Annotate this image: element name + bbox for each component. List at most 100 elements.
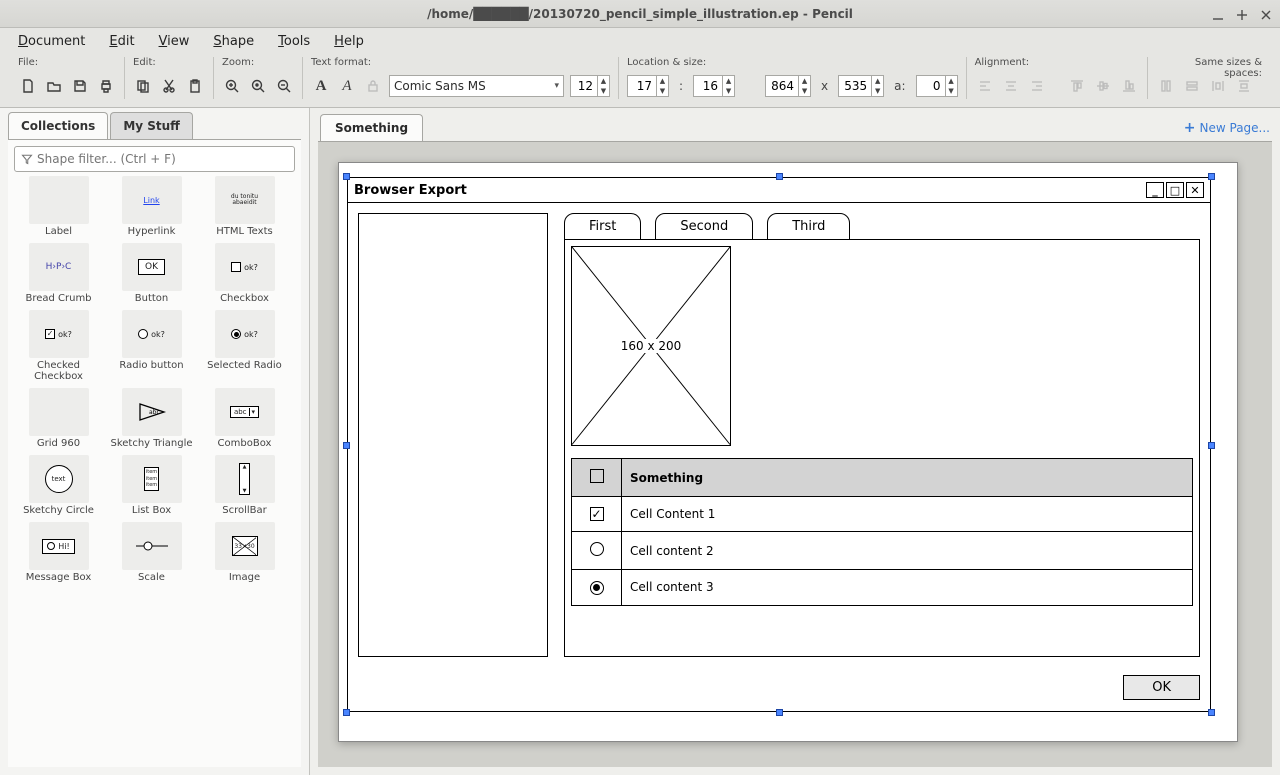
close-icon[interactable] xyxy=(1258,7,1272,21)
checkbox-icon xyxy=(590,469,604,483)
zoom-reset-icon[interactable] xyxy=(248,76,268,96)
chevron-down-icon[interactable]: ▼ xyxy=(598,86,609,96)
loc-x-input[interactable] xyxy=(628,76,656,96)
font-family-combo[interactable]: Comic Sans MS ▾ xyxy=(389,75,564,97)
loc-sep-x: x xyxy=(817,79,832,93)
titlebar: /home/██████/20130720_pencil_simple_illu… xyxy=(0,0,1280,28)
mockup-ok-button: OK xyxy=(1123,675,1200,700)
angle-input[interactable] xyxy=(917,76,945,96)
selection-handle[interactable] xyxy=(776,709,783,716)
size-h-input[interactable] xyxy=(839,76,871,96)
mockup-title: Browser Export xyxy=(354,183,467,198)
shape-scrollbar[interactable]: ▲▼ScrollBar xyxy=(200,455,289,516)
shape-filter[interactable] xyxy=(14,146,295,172)
text-format-label: Text format: xyxy=(311,57,610,71)
tab-mystuff[interactable]: My Stuff xyxy=(110,112,193,139)
minimize-icon[interactable] xyxy=(1210,7,1224,21)
sidebar: Collections My Stuff Label LinkHyperlink… xyxy=(0,108,310,775)
shape-html-texts[interactable]: du tonitu abaeiditHTML Texts xyxy=(200,176,289,237)
window-title: /home/██████/20130720_pencil_simple_illu… xyxy=(0,7,1280,21)
selection-handle[interactable] xyxy=(776,173,783,180)
selection-handle[interactable] xyxy=(1208,442,1215,449)
font-size-input[interactable] xyxy=(571,76,597,96)
shape-selected-radio[interactable]: ok?Selected Radio xyxy=(200,310,289,382)
canvas-tab-something[interactable]: Something xyxy=(320,114,423,141)
menu-edit[interactable]: Edit xyxy=(101,32,142,51)
mockup-tab-third: Third xyxy=(767,213,850,240)
align-center-icon xyxy=(1001,76,1021,96)
align-bottom-icon xyxy=(1119,76,1139,96)
canvas-page[interactable]: Browser Export _ □ ✕ xyxy=(338,162,1238,742)
loc-y-spinner[interactable]: ▲▼ xyxy=(693,75,735,97)
font-family-value: Comic Sans MS xyxy=(394,79,486,93)
shape-messagebox[interactable]: Hi!Message Box xyxy=(14,522,103,583)
open-file-icon[interactable] xyxy=(44,76,64,96)
mockup-window[interactable]: Browser Export _ □ ✕ xyxy=(347,177,1211,712)
filter-icon xyxy=(21,153,33,165)
menu-tools[interactable]: Tools xyxy=(270,32,318,51)
shape-grid: Label LinkHyperlink du tonitu abaeiditHT… xyxy=(14,176,295,761)
selection-handle[interactable] xyxy=(343,709,350,716)
new-page-button[interactable]: + New Page... xyxy=(1184,120,1270,136)
selection-handle[interactable] xyxy=(1208,173,1215,180)
bold-icon[interactable]: A xyxy=(311,76,331,96)
align-middle-icon xyxy=(1093,76,1113,96)
sizes-spaces-label: Same sizes & spaces: xyxy=(1156,57,1262,71)
loc-x-spinner[interactable]: ▲▼ xyxy=(627,75,669,97)
print-icon[interactable] xyxy=(96,76,116,96)
menu-shape[interactable]: Shape xyxy=(205,32,262,51)
loc-sep-colon: : xyxy=(675,79,687,93)
align-left-icon xyxy=(975,76,995,96)
checkbox-checked-icon: ✓ xyxy=(590,507,604,521)
copy-icon[interactable] xyxy=(133,76,153,96)
menu-document[interactable]: Document xyxy=(10,32,93,51)
selection-handle[interactable] xyxy=(343,173,350,180)
shape-checkbox[interactable]: ok?Checkbox xyxy=(200,243,289,304)
menu-help[interactable]: Help xyxy=(326,32,372,51)
distribute-h-icon xyxy=(1208,76,1228,96)
maximize-icon[interactable] xyxy=(1234,7,1248,21)
svg-text:abc: abc xyxy=(149,409,160,416)
menu-view[interactable]: View xyxy=(151,32,198,51)
table-row: Cell content 2 xyxy=(572,532,1193,570)
italic-icon[interactable]: A xyxy=(337,76,357,96)
zoom-in-icon[interactable] xyxy=(222,76,242,96)
shape-combobox[interactable]: abc▾ComboBox xyxy=(200,388,289,449)
file-label: File: xyxy=(18,57,116,71)
size-w-input[interactable] xyxy=(766,76,798,96)
shape-filter-input[interactable] xyxy=(37,152,288,166)
shape-triangle[interactable]: abcSketchy Triangle xyxy=(107,388,196,449)
loc-y-input[interactable] xyxy=(694,76,722,96)
canvas-viewport[interactable]: Browser Export _ □ ✕ xyxy=(318,141,1272,767)
size-w-spinner[interactable]: ▲▼ xyxy=(765,75,811,97)
selection-handle[interactable] xyxy=(343,442,350,449)
shape-grid960[interactable]: Grid 960 xyxy=(14,388,103,449)
shape-radio[interactable]: ok?Radio button xyxy=(107,310,196,382)
shape-listbox[interactable]: item item itemList Box xyxy=(107,455,196,516)
selection-handle[interactable] xyxy=(1208,709,1215,716)
shape-scale[interactable]: Scale xyxy=(107,522,196,583)
chevron-up-icon[interactable]: ▲ xyxy=(598,76,609,86)
paste-icon[interactable] xyxy=(185,76,205,96)
size-h-spinner[interactable]: ▲▼ xyxy=(838,75,884,97)
save-file-icon[interactable] xyxy=(70,76,90,96)
shape-hyperlink[interactable]: LinkHyperlink xyxy=(107,176,196,237)
shape-button[interactable]: OKButton xyxy=(107,243,196,304)
shape-circle[interactable]: textSketchy Circle xyxy=(14,455,103,516)
shape-breadcrumb[interactable]: H›P›CBread Crumb xyxy=(14,243,103,304)
radio-selected-icon xyxy=(590,581,604,595)
cut-icon[interactable] xyxy=(159,76,179,96)
mockup-table: Something ✓Cell Content 1 Cell content 2… xyxy=(571,458,1193,606)
zoom-out-icon[interactable] xyxy=(274,76,294,96)
font-size-spinner[interactable]: ▲▼ xyxy=(570,75,610,97)
new-file-icon[interactable] xyxy=(18,76,38,96)
toolbar: File: Edit: Zoom: Te xyxy=(0,55,1280,108)
shape-label[interactable]: Label xyxy=(14,176,103,237)
table-row: Cell content 3 xyxy=(572,570,1193,606)
angle-spinner[interactable]: ▲▼ xyxy=(916,75,958,97)
same-height-icon xyxy=(1182,76,1202,96)
tab-collections[interactable]: Collections xyxy=(8,112,108,139)
shape-checked-checkbox[interactable]: ✓ok?Checked Checkbox xyxy=(14,310,103,382)
shape-image[interactable]: 33×30Image xyxy=(200,522,289,583)
alignment-label: Alignment: xyxy=(975,57,1139,71)
